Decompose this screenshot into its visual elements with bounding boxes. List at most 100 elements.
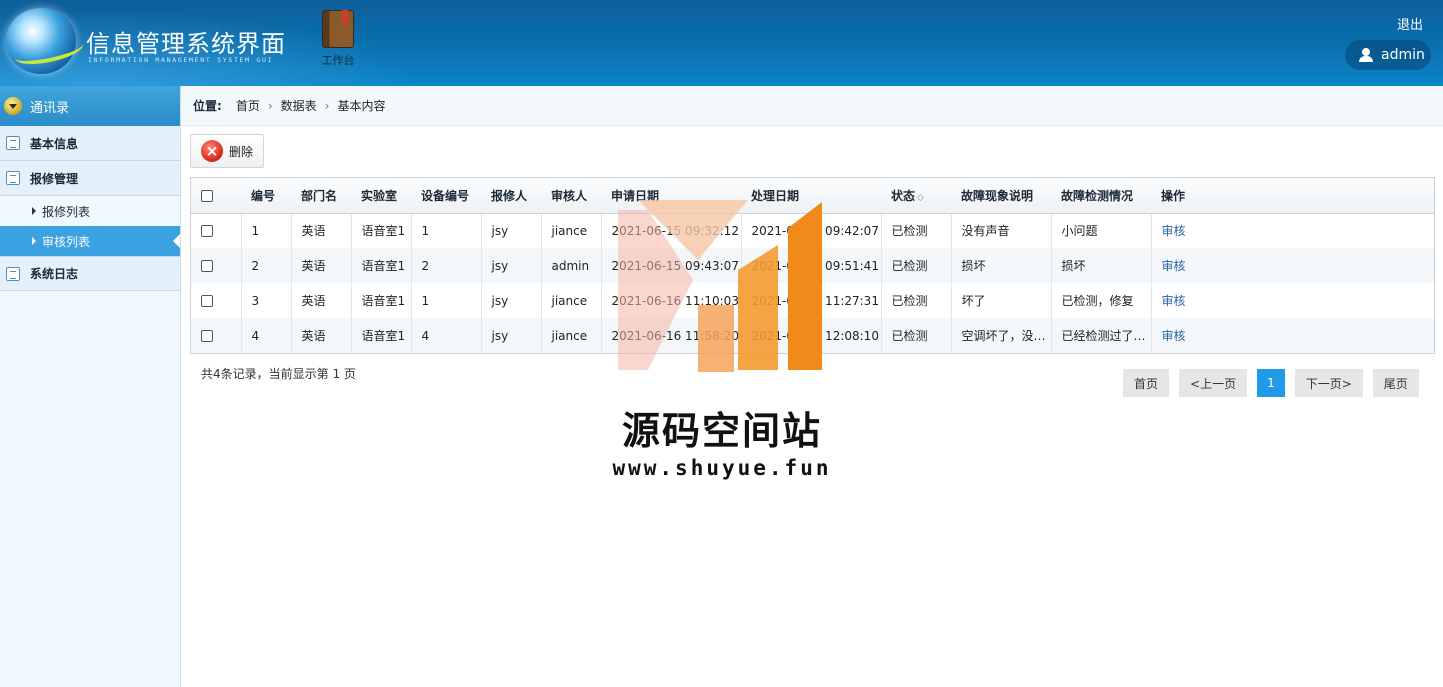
watermark-url: www.shuyue.fun [612,456,832,480]
row-select-cell [191,213,242,248]
pagination: 首页 <上一页 1 下一页> 尾页 [1123,369,1419,397]
table-cell: 英语 [291,248,352,283]
review-link[interactable]: 审核 [1162,259,1186,273]
sidebar-item-label: 审核列表 [42,234,91,249]
delete-icon: × [201,140,223,162]
app-title: 信息管理系统界面 [86,30,286,58]
column-header: 操作 [1151,178,1434,214]
table-cell: 2 [411,248,482,283]
first-page-button[interactable]: 首页 [1123,369,1170,397]
delete-button[interactable]: × 删除 [190,134,264,168]
breadcrumb-separator-icon: › [324,98,330,113]
column-header-status[interactable]: 状态 ◇ [881,178,951,214]
table-cell: 已检测 [881,248,952,283]
review-link[interactable]: 审核 [1162,224,1186,238]
select-all-checkbox[interactable] [201,189,213,202]
table-cell: 1 [241,213,292,248]
table-cell: 空调坏了，没有冷风 [951,318,1052,353]
sidebar-item-review-list[interactable]: 审核列表 [0,226,180,256]
sidebar-item-system-log[interactable]: 系统日志 [0,256,180,291]
comment-icon [6,266,20,281]
sidebar: 通讯录 基本信息 报修管理 报修列表 审核列表 系统日志 [0,86,181,687]
table-cell: 已检测 [881,283,952,318]
next-page-button[interactable]: 下一页> [1294,369,1363,397]
watermark-shape [738,245,778,370]
column-header-label: 状态 [891,188,916,203]
breadcrumb-current: 基本内容 [337,99,386,113]
table-cell: 损坏 [951,248,1052,283]
column-header: 部门名 [291,178,351,214]
table-cell: 坏了 [951,283,1052,318]
edit-icon [6,171,20,185]
watermark-title: 源码空间站 [621,408,822,453]
sidebar-item-label: 基本信息 [30,136,79,151]
record-summary: 共4条记录，当前显示第 1 页 [201,367,356,381]
row-checkbox[interactable] [201,260,213,272]
row-checkbox[interactable] [201,295,213,307]
table-cell: 语音室1 [351,318,412,353]
table-cell-action: 审核 [1151,318,1434,353]
column-header: 审核人 [541,178,601,214]
row-checkbox[interactable] [201,225,213,238]
table-cell: jsy [481,248,542,283]
watermark-shape [788,202,822,370]
table-cell: 没有声音 [951,213,1052,248]
prev-page-button[interactable]: <上一页 [1179,369,1248,397]
column-header: 故障现象说明 [951,178,1051,214]
breadcrumb-data-table[interactable]: 数据表 [281,97,317,114]
table-cell: 英语 [291,318,352,353]
user-menu[interactable]: admin [1345,40,1431,70]
table-cell: 语音室1 [351,283,412,318]
row-checkbox[interactable] [201,330,213,342]
table-cell: admin [541,248,602,283]
review-link[interactable]: 审核 [1162,329,1186,343]
table-cell: 已检测，修复 [1051,283,1152,318]
table-cell: 1 [411,283,482,318]
table-cell: 语音室1 [351,248,412,283]
sidebar-item-repair-management[interactable]: 报修管理 [0,161,180,196]
sidebar-item-repair-list[interactable]: 报修列表 [0,196,180,226]
review-link[interactable]: 审核 [1162,294,1186,308]
workbench-label: 工作台 [321,54,355,67]
table-cell: 4 [241,318,292,353]
sidebar-item-basic-info[interactable]: 基本信息 [0,126,180,161]
table-cell: 4 [411,318,482,353]
sort-icon[interactable]: ◇ [917,193,924,203]
table-cell: 损坏 [1051,248,1152,283]
breadcrumb-home[interactable]: 首页 [236,97,260,114]
caret-right-icon [32,207,36,215]
sidebar-group-title: 通讯录 [30,100,70,116]
watermark-logo-icon [618,200,822,372]
table-cell: 3 [241,283,292,318]
table-cell-action: 审核 [1151,248,1434,283]
breadcrumb-separator-icon: › [267,98,273,113]
current-page-button[interactable]: 1 [1257,369,1285,397]
caret-right-icon [32,237,36,245]
last-page-button[interactable]: 尾页 [1372,369,1419,397]
sidebar-item-label: 系统日志 [30,267,79,281]
list-icon [6,136,20,150]
table-cell: jiance [541,283,602,318]
header: 信息管理系统界面 INFORMATION MANAGEMENT SYSTEM G… [0,0,1443,86]
table-cell-action: 审核 [1151,283,1434,318]
logout-link[interactable]: 退出 [1397,14,1423,33]
table-cell: jiance [541,318,602,353]
sidebar-group-header[interactable]: 通讯录 [0,86,180,126]
workbench-button[interactable]: 工作台 [318,10,358,68]
table-cell: jsy [481,283,542,318]
watermark-shape [698,305,734,372]
table-cell: jsy [481,318,542,353]
column-header: 故障检测情况 [1051,178,1151,214]
table-cell: 英语 [291,213,352,248]
table-cell: 已经检测过了，可以使用 [1051,318,1152,353]
row-select-cell [191,248,242,283]
chevron-down-icon [4,97,22,115]
table-cell: 英语 [291,283,352,318]
table-cell: 语音室1 [351,213,412,248]
column-header: 报修人 [481,178,541,214]
breadcrumb: 位置: 首页 › 数据表 › 基本内容 [181,86,1443,126]
column-header: 实验室 [351,178,411,214]
sidebar-item-label: 报修列表 [42,204,91,219]
book-icon [322,10,354,48]
table-cell-action: 审核 [1151,213,1434,248]
